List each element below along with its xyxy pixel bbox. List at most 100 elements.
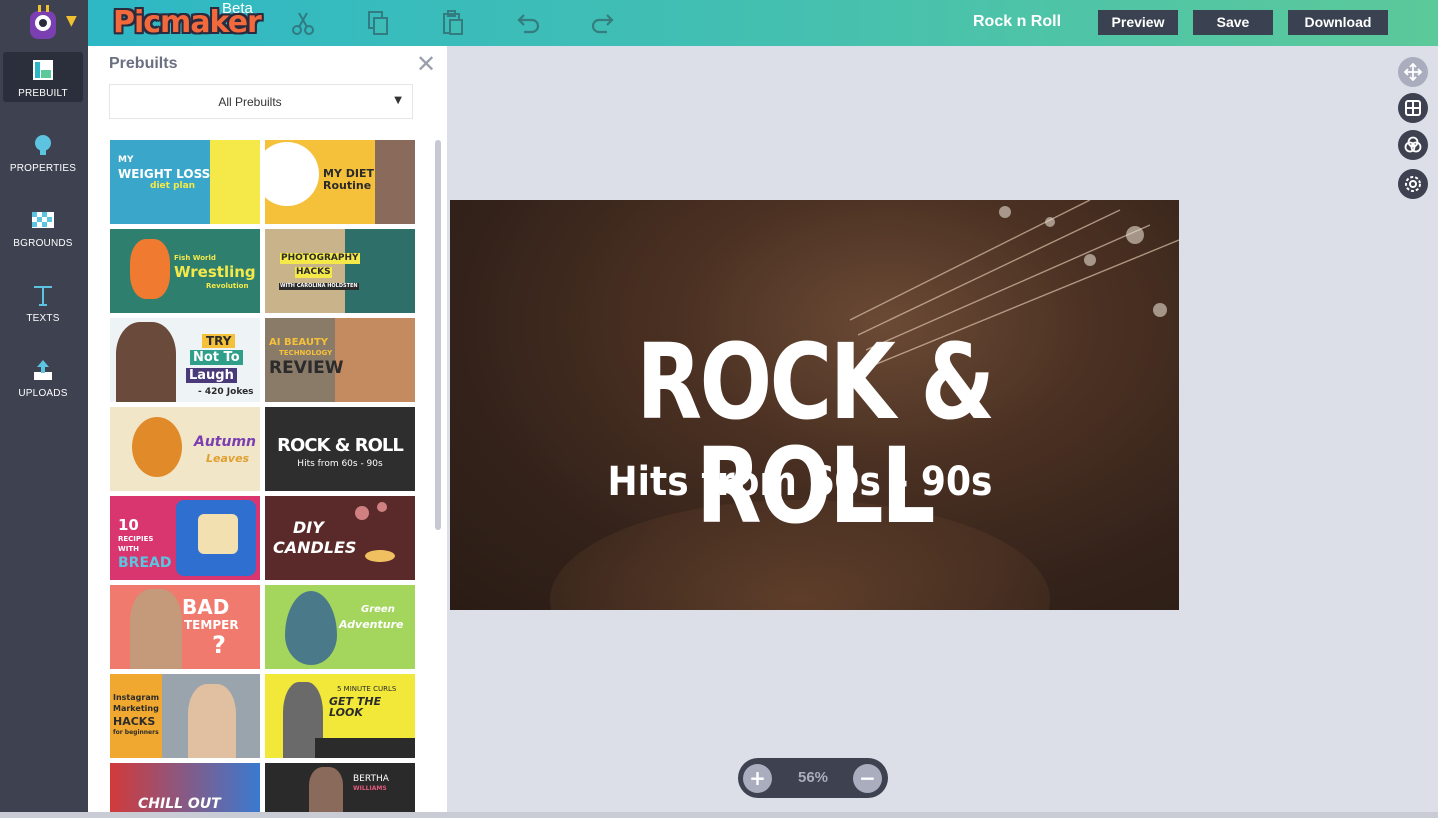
thumbnail-text: TEMPER <box>184 618 239 632</box>
sidebar-item-texts[interactable]: TEXTS <box>3 277 83 327</box>
template-thumbnail[interactable]: TRY Not To Laugh - 420 Jokes <box>110 318 260 402</box>
zoom-control: + 56% − <box>738 758 888 798</box>
download-button[interactable]: Download <box>1288 10 1388 35</box>
paste-icon[interactable] <box>440 10 466 36</box>
template-thumbnail[interactable]: Autumn Leaves <box>110 407 260 491</box>
chevron-down-icon[interactable]: ▼ <box>66 13 77 29</box>
template-thumbnail[interactable]: Green Adventure <box>265 585 415 669</box>
zoom-in-button[interactable]: + <box>743 764 772 793</box>
top-bar: ▼ Picmaker Beta Rock n Roll Preview Save… <box>0 0 1438 46</box>
canvas-subtitle-text[interactable]: Hits from 60s - 90s <box>485 462 1115 502</box>
thumbnail-text: BERTHA <box>353 774 389 784</box>
thumbnail-text: HACKS <box>113 715 156 728</box>
document-title[interactable]: Rock n Roll <box>973 13 1061 31</box>
save-button[interactable]: Save <box>1193 10 1273 35</box>
template-thumbnail[interactable]: 10 RECIPIES WITH BREAD <box>110 496 260 580</box>
template-thumbnail[interactable]: 5 MINUTE CURLS GET THE LOOK <box>265 674 415 758</box>
thumbnail-text: Routine <box>323 179 372 192</box>
avatar-icon[interactable] <box>24 5 62 41</box>
sidebar-item-label: PROPERTIES <box>9 163 77 174</box>
thumbnail-text: PHOTOGRAPHY <box>280 253 360 264</box>
settings-icon[interactable] <box>1398 169 1428 199</box>
thumbnail-text: MY <box>118 155 134 165</box>
left-nav: PREBUILT PROPERTIES BGROUNDS TEXTS UPLOA… <box>0 46 88 818</box>
lightbulb-icon <box>35 135 51 155</box>
template-thumbnail[interactable]: DIY CANDLES <box>265 496 415 580</box>
move-icon[interactable] <box>1398 57 1428 87</box>
sidebar-item-label: TEXTS <box>26 313 60 324</box>
undo-icon[interactable] <box>515 10 541 36</box>
prebuilts-panel: Prebuilts ✕ All Prebuilts ▼ MY WEIGHT LO… <box>88 46 447 818</box>
thumbnail-text: Adventure <box>339 618 404 631</box>
thumbnail-text: Autumn <box>194 434 257 450</box>
panel-scrollbar[interactable] <box>435 140 441 530</box>
thumbnail-text: Leaves <box>206 452 250 465</box>
thumbnail-text: 5 MINUTE CURLS <box>337 685 397 693</box>
thumbnail-text: GET THE LOOK <box>329 695 382 719</box>
template-thumbnail[interactable]: AI BEAUTY TECHNOLOGY REVIEW <box>265 318 415 402</box>
thumbnail-text: BREAD <box>118 555 172 571</box>
template-thumbnail[interactable]: PHOTOGRAPHY HACKS WITH CAROLINA HOLDSTEN <box>265 229 415 313</box>
template-thumbnail[interactable]: ROCK & ROLL Hits from 60s - 90s <box>265 407 415 491</box>
account-menu[interactable]: ▼ <box>0 0 88 46</box>
thumbnail-text: Laugh <box>186 368 237 383</box>
thumbnail-text: AI BEAUTY <box>269 337 329 348</box>
sidebar-item-label: PREBUILT <box>18 88 68 99</box>
thumbnail-text: Marketing <box>113 704 159 713</box>
template-thumbnail[interactable]: BERTHA WILLIAMS <box>265 763 415 812</box>
thumbnail-text: 10 <box>118 516 139 534</box>
sidebar-item-prebuilt[interactable]: PREBUILT <box>3 52 83 102</box>
thumbnail-text: Wrestling <box>174 263 256 281</box>
thumbnail-text: ROCK & ROLL <box>277 435 404 456</box>
bottom-scrollbar[interactable] <box>0 812 1438 818</box>
template-thumbnail[interactable]: MY WEIGHT LOSS diet plan <box>110 140 260 224</box>
sidebar-item-properties[interactable]: PROPERTIES <box>3 127 83 177</box>
grid-icon[interactable] <box>1398 93 1428 123</box>
text-icon <box>34 286 52 306</box>
thumbnail-text: CHILL OUT <box>138 796 221 812</box>
sidebar-item-label: UPLOADS <box>18 388 68 399</box>
cut-icon[interactable] <box>290 10 316 36</box>
thumbnail-text: HACKS <box>295 267 332 278</box>
thumbnail-text: DIY <box>293 518 324 537</box>
layers-icon[interactable] <box>1398 130 1428 160</box>
prebuilt-filter-select[interactable]: All Prebuilts ▼ <box>109 84 413 119</box>
thumbnail-text: ? <box>212 631 226 659</box>
thumbnail-text: - 420 Jokes <box>198 387 254 397</box>
thumbnail-text: WITH <box>118 545 139 553</box>
template-thumbnail[interactable]: Instagram Marketing HACKS for beginners <box>110 674 260 758</box>
template-thumbnail[interactable]: CHILL OUT <box>110 763 260 812</box>
upload-icon <box>34 360 52 380</box>
thumbnail-text: REVIEW <box>269 358 344 378</box>
sidebar-item-bgrounds[interactable]: BGROUNDS <box>3 202 83 252</box>
chevron-down-icon: ▼ <box>394 95 402 106</box>
redo-icon[interactable] <box>590 10 616 36</box>
thumbnail-text: TRY <box>202 334 236 348</box>
template-thumbnail[interactable]: MY DIET Routine <box>265 140 415 224</box>
template-thumbnail[interactable]: Fish World Wrestling Revolution <box>110 229 260 313</box>
thumbnail-text: diet plan <box>150 181 196 191</box>
thumbnail-text: Revolution <box>206 282 249 290</box>
copy-icon[interactable] <box>365 10 391 36</box>
thumbnail-text: Fish World <box>174 254 216 262</box>
prebuilt-icon <box>33 60 53 80</box>
thumbnail-text: MY DIET <box>323 167 374 180</box>
thumbnail-text: Hits from 60s - 90s <box>297 459 383 469</box>
checker-icon <box>32 212 54 228</box>
design-canvas[interactable]: ROCK & ROLL Hits from 60s - 90s <box>450 200 1179 610</box>
zoom-out-button[interactable]: − <box>853 764 882 793</box>
sidebar-item-label: BGROUNDS <box>13 238 73 249</box>
thumbnail-text: WEIGHT LOSS <box>118 167 211 181</box>
thumbnail-text: WILLIAMS <box>353 785 387 792</box>
beta-label: Beta <box>222 0 253 17</box>
close-icon[interactable]: ✕ <box>416 52 436 76</box>
select-value: All Prebuilts <box>218 95 282 109</box>
template-thumbnail[interactable]: BAD TEMPER ? <box>110 585 260 669</box>
thumbnail-text: Instagram <box>113 693 160 702</box>
canvas-title-text[interactable]: ROCK & ROLL <box>516 330 1114 538</box>
thumbnail-text: Green <box>361 604 395 615</box>
thumbnail-text: RECIPIES <box>118 535 154 543</box>
sidebar-item-uploads[interactable]: UPLOADS <box>3 352 83 402</box>
thumbnail-text: for beginners <box>113 729 159 736</box>
preview-button[interactable]: Preview <box>1098 10 1178 35</box>
